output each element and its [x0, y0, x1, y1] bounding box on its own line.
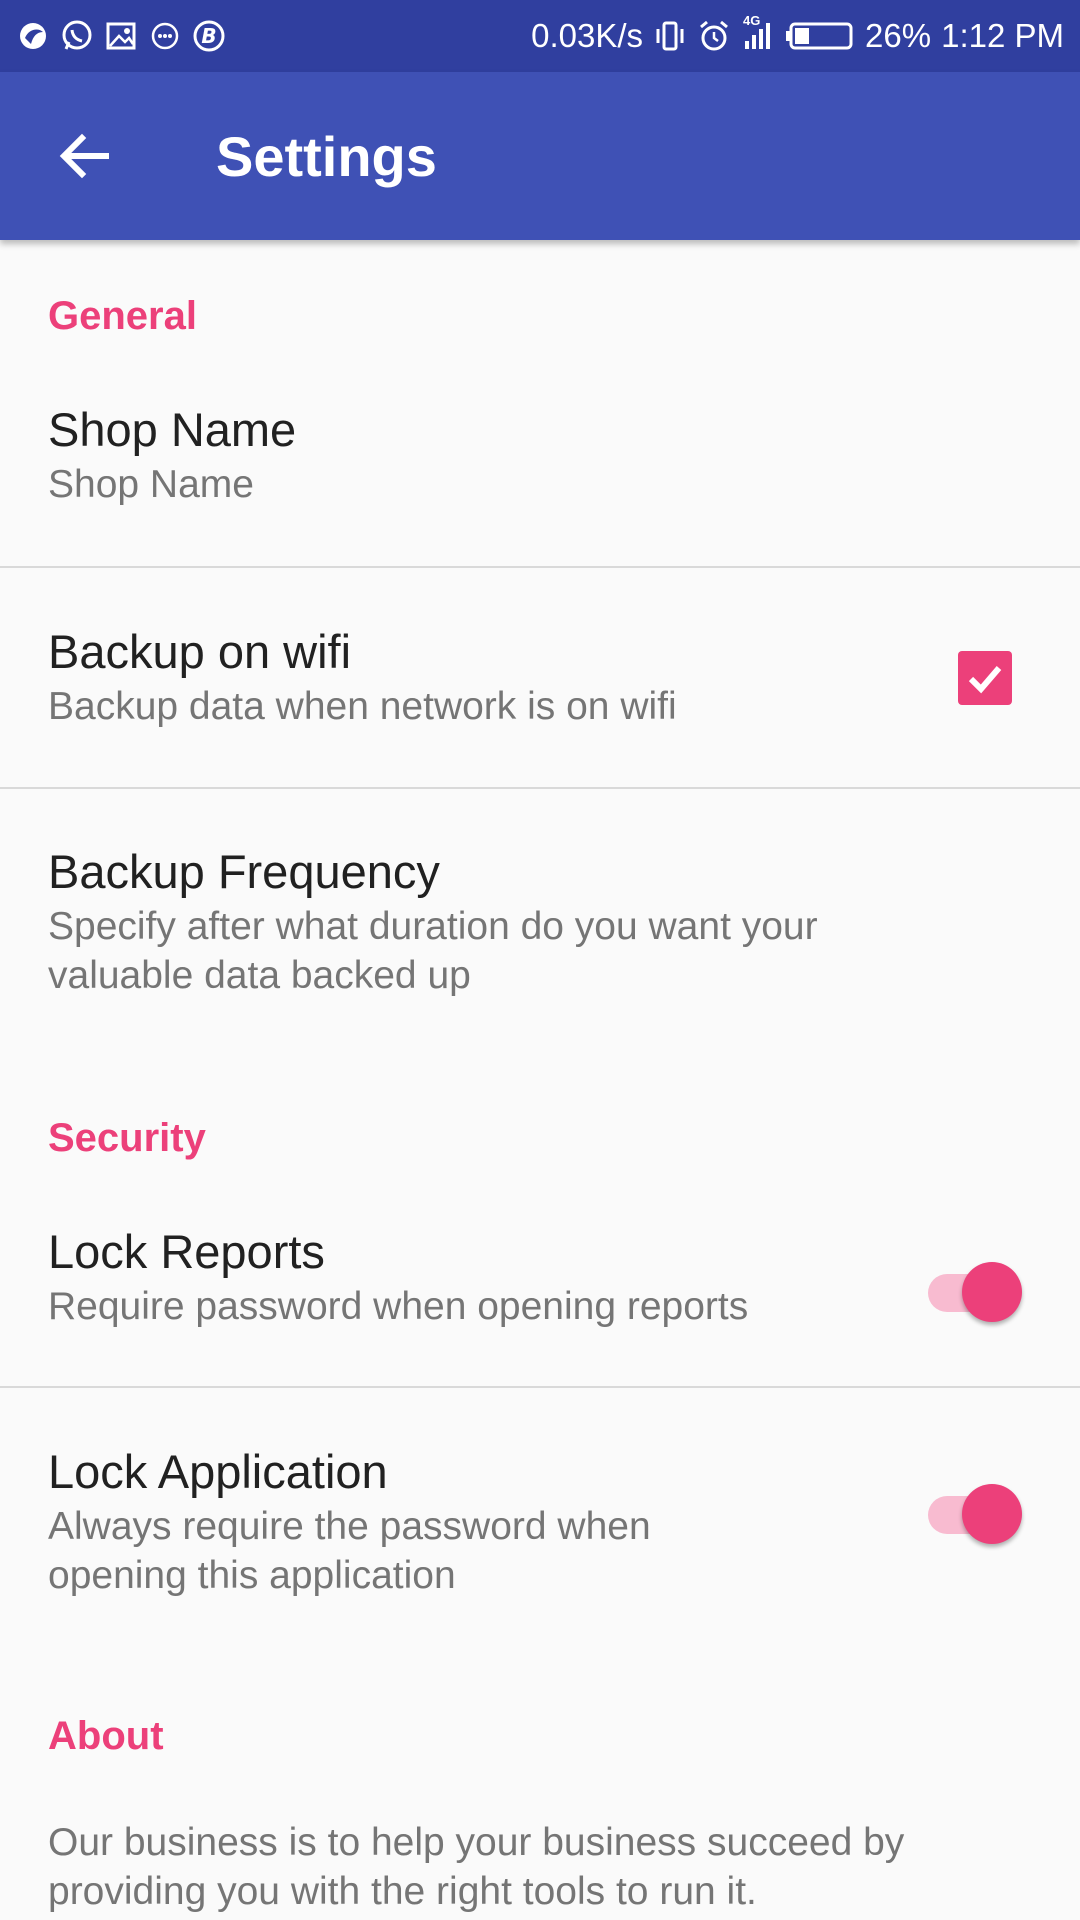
bird-icon: [16, 19, 50, 53]
divider: [0, 1386, 1080, 1388]
notification-icons: B: [16, 19, 226, 53]
pref-title: Lock Application: [48, 1445, 388, 1498]
backup-wifi-checkbox[interactable]: [958, 651, 1012, 705]
category-about: About: [48, 1714, 164, 1758]
lock-application-switch[interactable]: [922, 1476, 1022, 1544]
pref-title: Shop Name: [48, 403, 297, 456]
pref-title: Backup on wifi: [48, 625, 352, 678]
status-bar: B 0.03K/s 4G 26% 1:12 PM: [0, 0, 1080, 72]
system-status: 0.03K/s 4G 26% 1:12 PM: [531, 13, 1064, 55]
lock-reports-switch[interactable]: [922, 1254, 1022, 1322]
b-icon: B: [192, 19, 226, 53]
divider: [0, 566, 1080, 568]
pref-summary: Shop Name: [48, 463, 254, 506]
pref-lock-reports[interactable]: Lock Reports Require password when openi…: [0, 1212, 1080, 1388]
clock: 1:12 PM: [941, 17, 1064, 54]
about-text: Our business is to help your business su…: [48, 1821, 905, 1913]
pref-summary: Specify after what duration do you want …: [48, 905, 818, 997]
arrow-back-icon: [59, 133, 109, 179]
gallery-icon: [104, 19, 138, 53]
pref-backup-on-wifi[interactable]: Backup on wifi Backup data when network …: [0, 612, 1080, 788]
switch-thumb: [962, 1484, 1022, 1544]
pref-title: Backup Frequency: [48, 845, 440, 898]
pref-shop-name[interactable]: Shop Name Shop Name: [0, 390, 1080, 568]
page-title: Settings: [216, 124, 437, 188]
category-security: Security: [48, 1116, 206, 1160]
divider: [0, 787, 1080, 789]
pref-backup-frequency[interactable]: Backup Frequency Specify after what dura…: [0, 832, 1080, 1062]
pref-lock-application[interactable]: Lock Application Always require the pass…: [0, 1432, 1080, 1662]
net-speed: 0.03K/s: [531, 17, 644, 54]
back-button[interactable]: [24, 96, 144, 216]
battery-percent: 26%: [865, 17, 932, 54]
pref-title: Lock Reports: [48, 1225, 325, 1278]
pref-summary: Backup data when network is on wifi: [48, 685, 677, 728]
messenger-icon: [148, 19, 182, 53]
whatsapp-icon: [60, 19, 94, 53]
pref-summary: Require password when opening reports: [48, 1285, 749, 1328]
svg-text:B: B: [201, 24, 216, 48]
network-type: 4G: [743, 13, 761, 28]
check-icon: [968, 666, 1002, 694]
signal-icon: 4G: [741, 13, 775, 53]
alarm-icon: [697, 19, 731, 53]
battery-icon: [785, 19, 855, 53]
app-bar: Settings: [0, 72, 1080, 240]
switch-thumb: [962, 1262, 1022, 1322]
vibrate-icon: [653, 19, 687, 53]
category-general: General: [48, 294, 197, 338]
pref-summary: Always require the password when opening…: [48, 1505, 651, 1597]
